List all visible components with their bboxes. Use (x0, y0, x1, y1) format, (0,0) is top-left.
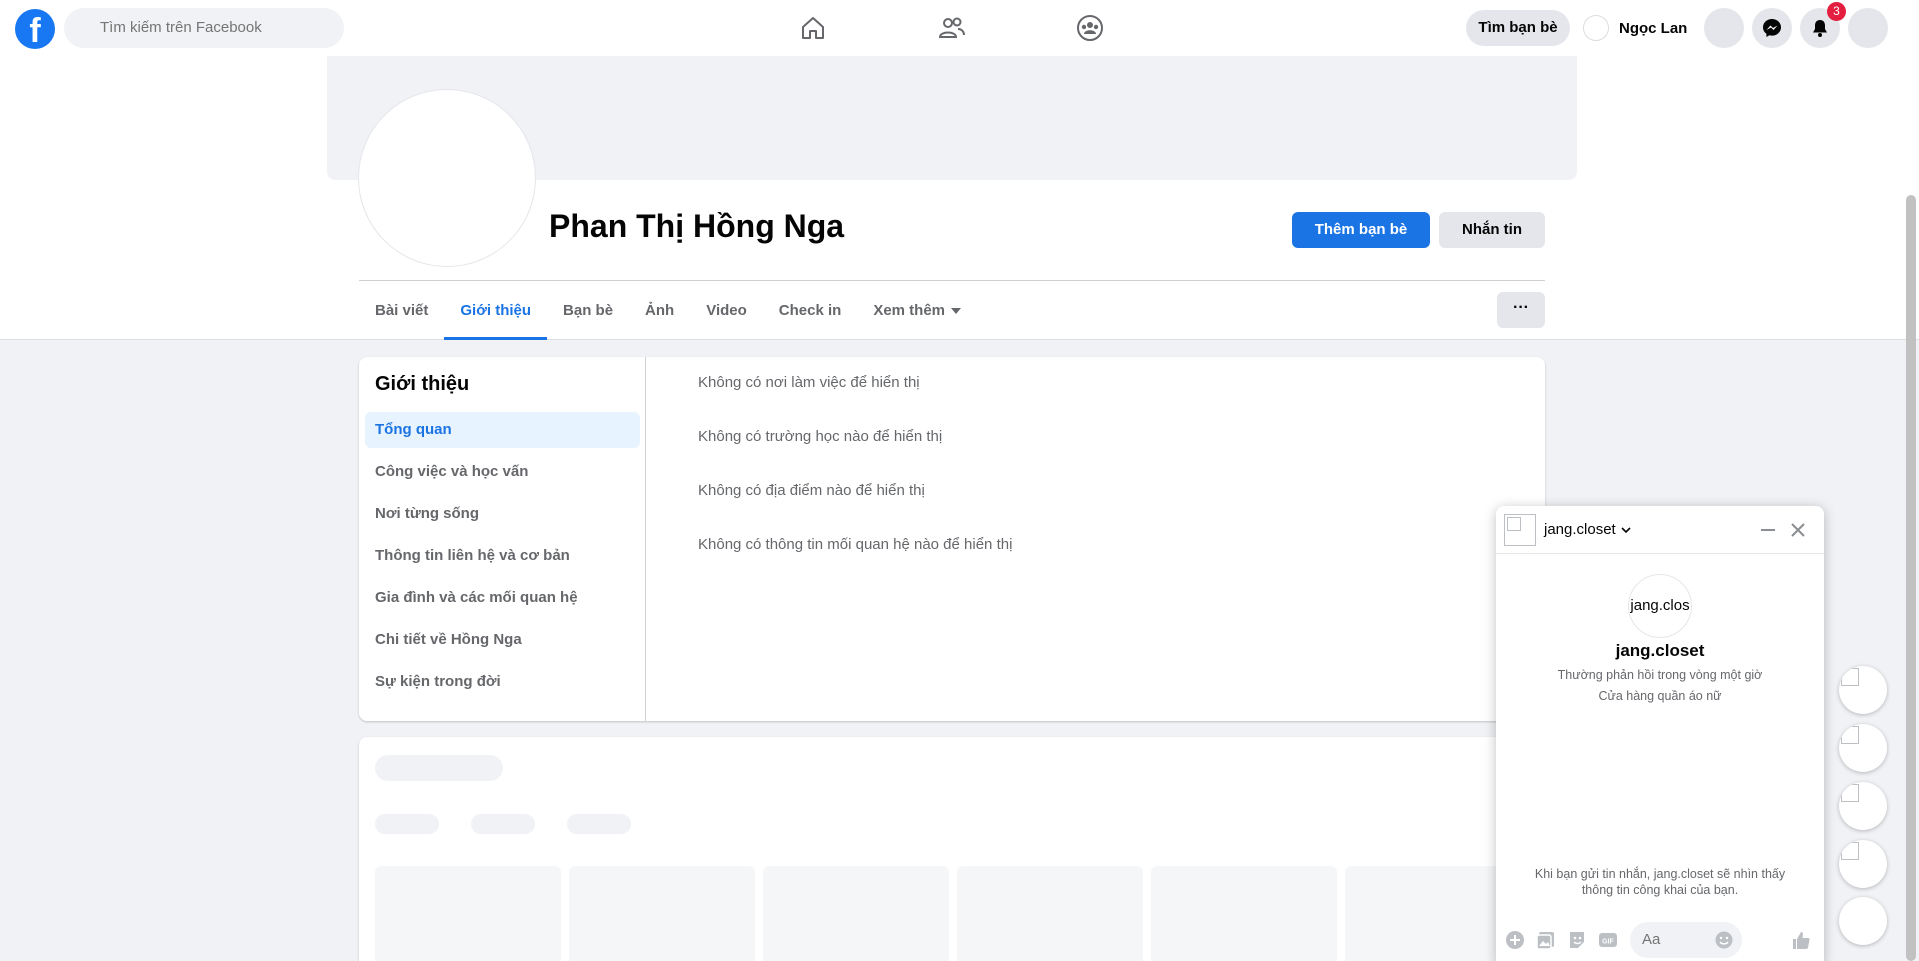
tab-more-label: Xem thêm (873, 302, 946, 319)
tab-check-ins[interactable]: Check in (763, 282, 858, 340)
chat-composer: GIF (1496, 916, 1824, 961)
broken-image-icon (1841, 784, 1859, 802)
search-box[interactable] (64, 8, 344, 48)
user-avatar (1583, 15, 1609, 41)
photo-icon[interactable] (1535, 929, 1557, 951)
about-places-empty: Không có địa điểm nào để hiển thị (698, 482, 925, 499)
message-input-box[interactable] (1630, 922, 1742, 958)
gif-label: GIF (1602, 939, 1614, 946)
message-button[interactable]: Nhắn tin (1439, 212, 1545, 248)
top-navigation-bar: f Tìm bạn bè Ngọc Lan 3 (0, 0, 1919, 56)
chat-window: jang.closet jang.clos jang.closet Thường… (1496, 506, 1824, 961)
about-menu-places-lived[interactable]: Nơi từng sống (365, 496, 640, 532)
user-profile-shortcut[interactable]: Ngọc Lan (1583, 14, 1687, 42)
loading-card (359, 737, 1545, 961)
about-menu-overview[interactable]: Tổng quan (365, 412, 640, 448)
chat-contact-category: Cửa hàng quần áo nữ (1598, 689, 1722, 703)
plus-circle-icon[interactable] (1504, 929, 1526, 951)
skeleton-tile (957, 866, 1143, 961)
bell-icon (1813, 20, 1827, 37)
chat-contact-name: jang.closet (1544, 521, 1616, 538)
chevron-down-icon (1621, 526, 1631, 533)
search-input[interactable] (100, 19, 320, 36)
sticker-icon[interactable] (1566, 929, 1588, 951)
about-menu-details[interactable]: Chi tiết về Hồng Nga (365, 622, 640, 658)
gif-icon[interactable]: GIF (1597, 929, 1619, 951)
chat-contact-bubble[interactable] (1839, 724, 1887, 772)
profile-avatar[interactable] (359, 90, 535, 266)
profile-name: Phan Thị Hồng Nga (549, 208, 845, 244)
chat-contact-avatar[interactable]: jang.clos (1628, 574, 1692, 638)
scrollbar[interactable] (1906, 195, 1916, 961)
chat-contact-bubble[interactable] (1839, 840, 1887, 888)
notification-badge: 3 (1827, 2, 1846, 21)
skeleton-tile (763, 866, 949, 961)
about-menu-work-education[interactable]: Công việc và học vấn (365, 454, 640, 490)
like-icon[interactable] (1790, 929, 1812, 951)
home-icon (802, 17, 824, 39)
broken-image-icon (1841, 668, 1859, 686)
chat-response-time: Thường phản hồi trong vòng một giờ (1557, 668, 1763, 682)
chat-privacy-note: Khi bạn gửi tin nhắn, jang.closet sẽ nhì… (1534, 867, 1786, 897)
skeleton-bar (567, 814, 631, 834)
nav-friends[interactable] (932, 8, 972, 48)
tab-videos[interactable]: Video (690, 282, 763, 340)
about-menu-family-relationships[interactable]: Gia đình và các mối quan hệ (365, 580, 640, 616)
chat-contact-thumbnail[interactable] (1504, 514, 1536, 546)
broken-image-icon (1841, 726, 1859, 744)
message-input[interactable] (1642, 931, 1722, 948)
about-menu: Tổng quan Công việc và học vấn Nơi từng … (365, 412, 640, 706)
chat-header: jang.closet (1496, 506, 1824, 554)
chat-contact-bubble[interactable] (1839, 666, 1887, 714)
skeleton-bar (471, 814, 535, 834)
tab-friends[interactable]: Bạn bè (547, 282, 629, 340)
skeleton-tile (1151, 866, 1337, 961)
notifications-button[interactable]: 3 (1800, 2, 1846, 48)
nav-groups[interactable] (1070, 8, 1110, 48)
tab-photos[interactable]: Ảnh (629, 282, 690, 340)
profile-tabs: Bài viết Giới thiệu Bạn bè Ảnh Video Che… (359, 282, 977, 340)
tab-posts[interactable]: Bài viết (359, 282, 444, 340)
close-icon[interactable] (1788, 520, 1808, 540)
skeleton-bar (375, 814, 439, 834)
minimize-icon[interactable] (1758, 520, 1778, 540)
profile-header: Phan Thị Hồng Nga Thêm bạn bè Nhắn tin B… (0, 56, 1919, 340)
caret-down-icon (951, 308, 962, 315)
add-friend-button[interactable]: Thêm bạn bè (1292, 212, 1430, 248)
skeleton-tile (569, 866, 755, 961)
skeleton-tile (375, 866, 561, 961)
about-title: Giới thiệu (375, 373, 470, 395)
find-friends-button[interactable]: Tìm bạn bè (1466, 10, 1570, 46)
groups-icon (1077, 15, 1103, 41)
user-name: Ngọc Lan (1619, 19, 1688, 37)
account-button[interactable] (1848, 8, 1888, 48)
about-card: Giới thiệu Tổng quan Công việc và học vấ… (359, 357, 1545, 721)
about-school-empty: Không có trường học nào để hiển thị (698, 428, 943, 445)
broken-image-icon (1841, 842, 1859, 860)
about-menu-life-events[interactable]: Sự kiện trong đời (365, 664, 640, 700)
emoji-icon[interactable] (1714, 930, 1734, 950)
about-content: Không có nơi làm việc để hiển thị Không … (698, 374, 1012, 590)
facebook-logo-icon[interactable]: f (15, 9, 55, 49)
chat-contact-menu[interactable]: jang.closet (1544, 521, 1632, 538)
about-workplace-empty: Không có nơi làm việc để hiển thị (698, 374, 920, 391)
tab-about[interactable]: Giới thiệu (444, 282, 548, 340)
about-relationship-empty: Không có thông tin mối quan hệ nào để hi… (698, 536, 1013, 553)
nav-home[interactable] (793, 8, 833, 48)
skeleton-bar (375, 755, 503, 781)
tab-more[interactable]: Xem thêm (857, 282, 977, 340)
new-message-bubble[interactable] (1839, 897, 1887, 945)
about-sidebar: Giới thiệu Tổng quan Công việc và học vấ… (359, 357, 646, 721)
messenger-icon (1763, 19, 1781, 37)
divider (359, 280, 1545, 281)
menu-button[interactable] (1704, 8, 1744, 48)
about-menu-contact-info[interactable]: Thông tin liên hệ và cơ bản (365, 538, 640, 574)
chat-contact-title: jang.closet (1615, 641, 1705, 660)
friends-icon (938, 17, 965, 38)
chat-contact-bubble[interactable] (1839, 782, 1887, 830)
more-options-button[interactable]: ··· (1497, 292, 1545, 328)
messenger-button[interactable] (1752, 8, 1792, 48)
